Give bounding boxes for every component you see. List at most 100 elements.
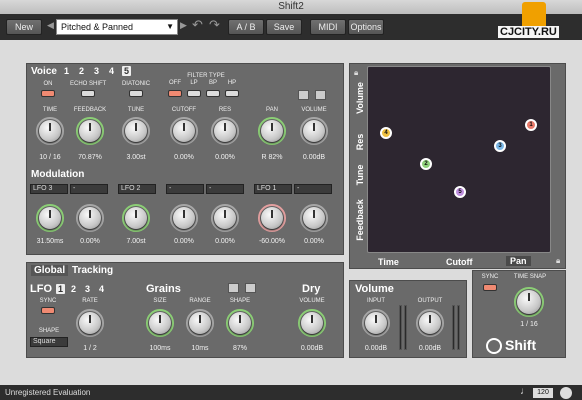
mod-time-knob[interactable] bbox=[39, 207, 61, 229]
output-meter bbox=[452, 305, 455, 350]
dry-volume-knob[interactable] bbox=[301, 312, 323, 334]
grain-size-knob[interactable] bbox=[149, 312, 171, 334]
echo-shift-toggle[interactable] bbox=[81, 90, 95, 97]
on-label: ON bbox=[43, 81, 53, 87]
cutoff-knob[interactable] bbox=[173, 120, 195, 142]
filter-hp-toggle[interactable] bbox=[225, 90, 239, 97]
pad-dot-voice-4[interactable]: 4 bbox=[380, 127, 392, 139]
knob-pointer bbox=[135, 210, 137, 218]
mod-select-tune[interactable]: LFO 2 bbox=[118, 184, 156, 194]
voice-tab-2[interactable]: 2 bbox=[79, 66, 84, 76]
volume-knob[interactable] bbox=[303, 120, 325, 142]
output-knob[interactable] bbox=[419, 312, 441, 334]
mod-tune-knob[interactable] bbox=[125, 207, 147, 229]
mod-select-pan[interactable]: LFO 1 bbox=[254, 184, 292, 194]
pad-dot-voice-3[interactable]: 3 bbox=[494, 140, 506, 152]
output-value: 0.00dB bbox=[418, 345, 442, 352]
redo-icon[interactable]: ↷ bbox=[209, 17, 220, 33]
grain-range-label: RANGE bbox=[189, 298, 211, 304]
pad-dot-voice-1[interactable]: 1 bbox=[525, 119, 537, 131]
mod-volume-value: 0.00% bbox=[304, 238, 324, 245]
knob-pointer bbox=[159, 315, 161, 323]
pad-axis-pan[interactable]: Pan bbox=[506, 256, 531, 266]
pad-dot-voice-2[interactable]: 2 bbox=[420, 158, 432, 170]
tune-knob[interactable] bbox=[125, 120, 147, 142]
knob-pointer bbox=[313, 210, 315, 218]
undo-icon[interactable]: ↶ bbox=[192, 17, 203, 33]
voice-tab-5[interactable]: 5 bbox=[122, 66, 132, 76]
filter-bp-toggle[interactable] bbox=[206, 90, 220, 97]
knob-pointer bbox=[239, 315, 241, 323]
grain-size-label: SIZE bbox=[153, 298, 167, 304]
filter-type-label: FILTER TYPE bbox=[187, 73, 225, 79]
timesnap-sync-toggle[interactable] bbox=[483, 284, 497, 291]
diatonic-toggle[interactable] bbox=[129, 90, 143, 97]
time-knob[interactable] bbox=[39, 120, 61, 142]
voice-on-toggle[interactable] bbox=[41, 90, 55, 97]
next-preset-icon[interactable]: ▶ bbox=[180, 20, 187, 31]
settings-icon[interactable] bbox=[560, 387, 572, 399]
ab-compare-button[interactable]: A / B bbox=[228, 19, 264, 35]
filter-lp-toggle[interactable] bbox=[187, 90, 201, 97]
lfo-tab-4[interactable]: 4 bbox=[99, 284, 104, 294]
copy-icon[interactable] bbox=[298, 90, 309, 100]
pan-value: R 82% bbox=[261, 154, 283, 161]
mod-feedback-knob[interactable] bbox=[79, 207, 101, 229]
res-knob[interactable] bbox=[214, 120, 236, 142]
save-slot-icon[interactable] bbox=[245, 283, 256, 293]
mod-select-feedback[interactable]: - bbox=[70, 184, 108, 194]
mod-select-volume[interactable]: - bbox=[294, 184, 332, 194]
grain-shape-knob[interactable] bbox=[229, 312, 251, 334]
filter-off-toggle[interactable] bbox=[168, 90, 182, 97]
volume-panel-title: Volume bbox=[355, 283, 394, 295]
input-knob[interactable] bbox=[365, 312, 387, 334]
voice-tab-3[interactable]: 3 bbox=[94, 66, 99, 76]
mod-feedback-value: 0.00% bbox=[80, 238, 100, 245]
status-text: Unregistered Evaluation bbox=[5, 388, 91, 397]
pad-axis-time: Time bbox=[378, 257, 399, 267]
pan-knob[interactable] bbox=[261, 120, 283, 142]
knob-pointer bbox=[528, 293, 530, 301]
new-button[interactable]: New bbox=[6, 19, 42, 35]
lfo-tab-2[interactable]: 2 bbox=[71, 284, 76, 294]
mod-select-res[interactable]: - bbox=[206, 184, 244, 194]
time-snap-knob[interactable] bbox=[517, 290, 541, 314]
window-title-bar: Shift2 bbox=[0, 0, 582, 14]
save-button[interactable]: Save bbox=[266, 19, 302, 35]
preset-select[interactable]: Pitched & Panned ▼ bbox=[56, 19, 178, 35]
voice-title: Voice bbox=[31, 66, 57, 77]
global-panel bbox=[26, 262, 344, 358]
midi-button[interactable]: MIDI bbox=[310, 19, 346, 35]
lfo-tab-3[interactable]: 3 bbox=[85, 284, 90, 294]
tab-tracking[interactable]: Tracking bbox=[72, 265, 113, 276]
mod-cutoff-knob[interactable] bbox=[173, 207, 195, 229]
knob-pointer bbox=[89, 123, 91, 131]
mod-select-time[interactable]: LFO 3 bbox=[30, 184, 68, 194]
mod-res-knob[interactable] bbox=[214, 207, 236, 229]
pad-dot-voice-5[interactable]: 5 bbox=[454, 186, 466, 198]
res-value: 0.00% bbox=[215, 154, 235, 161]
prev-preset-icon[interactable]: ◀ bbox=[47, 20, 54, 31]
grain-range-knob[interactable] bbox=[189, 312, 211, 334]
lock-icon[interactable]: 🔒︎ bbox=[556, 256, 560, 266]
xy-pad[interactable] bbox=[367, 66, 551, 253]
voice-tab-4[interactable]: 4 bbox=[109, 66, 114, 76]
feedback-knob[interactable] bbox=[79, 120, 101, 142]
tab-global[interactable]: Global bbox=[31, 265, 69, 276]
options-button[interactable]: Options bbox=[348, 19, 384, 35]
mod-select-cutoff[interactable]: - bbox=[166, 184, 204, 194]
cutoff-label: CUTOFF bbox=[171, 107, 197, 113]
mod-volume-knob[interactable] bbox=[303, 207, 325, 229]
save-slot-icon[interactable] bbox=[315, 90, 326, 100]
copy-icon[interactable] bbox=[228, 283, 239, 293]
modulation-title: Modulation bbox=[31, 169, 85, 180]
mod-pan-knob[interactable] bbox=[261, 207, 283, 229]
lfo-sync-toggle[interactable] bbox=[41, 307, 55, 314]
lfo-shape-select[interactable]: Square bbox=[30, 337, 68, 347]
voice-tab-1[interactable]: 1 bbox=[64, 66, 69, 76]
lfo-tab-1[interactable]: 1 bbox=[56, 284, 66, 294]
tempo-value[interactable]: 120 bbox=[533, 388, 553, 398]
time-snap-label: TIME SNAP bbox=[513, 274, 547, 280]
lfo-rate-knob[interactable] bbox=[79, 312, 101, 334]
diatonic-label: DIATONIC bbox=[121, 81, 151, 87]
